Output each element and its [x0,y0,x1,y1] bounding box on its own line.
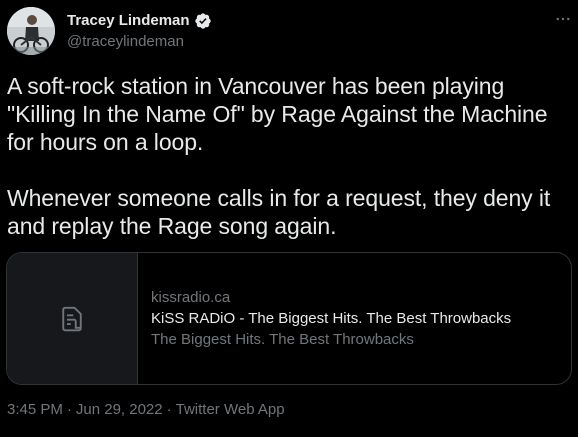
avatar-image [7,7,55,55]
card-body: kissradio.ca KiSS RADiO - The Biggest Hi… [138,253,511,384]
card-domain: kissradio.ca [151,289,231,306]
avatar[interactable] [7,7,55,55]
link-card[interactable]: kissradio.ca KiSS RADiO - The Biggest Hi… [6,252,572,385]
author-name-row[interactable]: Tracey Lindeman [67,12,212,30]
tweet-paragraph: Whenever someone calls in for a request,… [7,185,551,239]
meta-separator: · [66,401,72,418]
verified-badge-icon [194,12,212,30]
tweet: Tracey Lindeman @traceylindeman A soft-r… [0,0,578,437]
document-icon [62,306,82,331]
tweet-meta: 3:45 PM · Jun 29, 2022 · Twitter Web App [7,400,285,419]
author-handle[interactable]: @traceylindeman [67,33,184,51]
tweet-time[interactable]: 3:45 PM [7,400,63,419]
card-title: KiSS RADiO - The Biggest Hits. The Best … [151,310,512,327]
tweet-date[interactable]: Jun 29, 2022 [76,400,163,419]
more-icon[interactable] [552,8,574,30]
tweet-text: A soft-rock station in Vancouver has bee… [7,72,572,240]
card-thumbnail [7,253,138,384]
meta-separator: · [166,401,172,418]
card-description: The Biggest Hits. The Best Throwbacks [151,331,414,348]
tweet-source[interactable]: Twitter Web App [176,400,285,419]
tweet-paragraph: A soft-rock station in Vancouver has bee… [7,73,548,155]
author-display-name[interactable]: Tracey Lindeman [67,12,190,30]
